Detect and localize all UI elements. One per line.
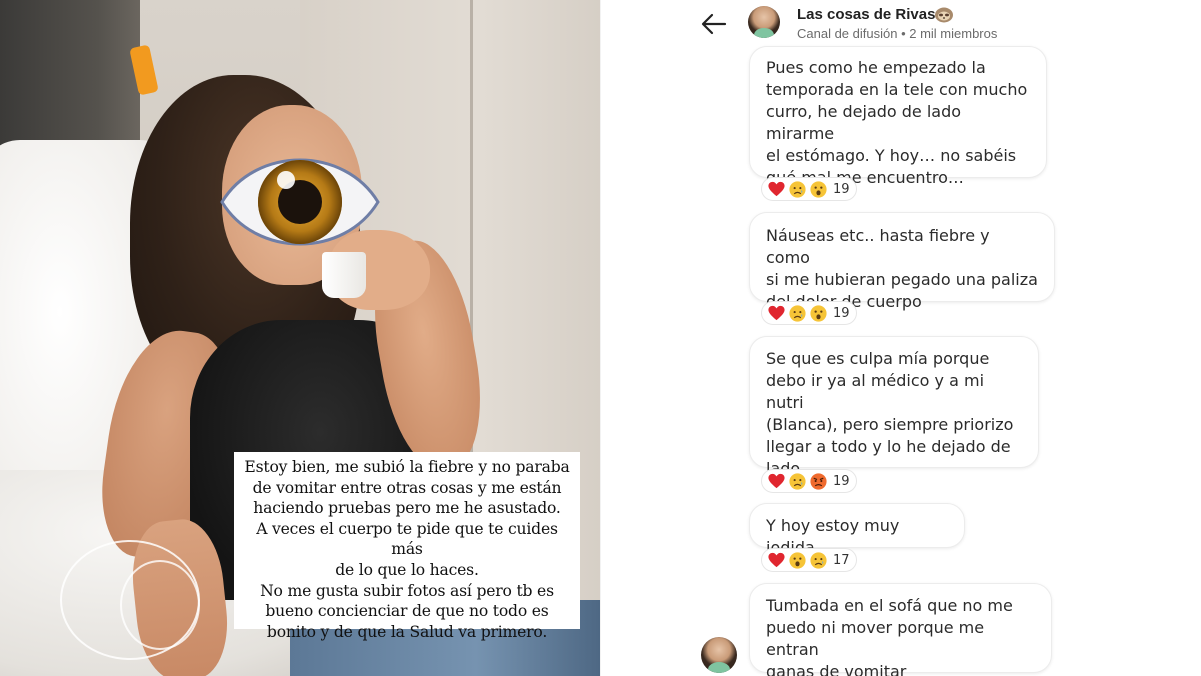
eye-emoji-icon (220, 158, 380, 246)
red-heart-icon (768, 305, 785, 320)
channel-name[interactable]: Las cosas de Rivas (797, 6, 935, 23)
message-line: (Blanca), pero siempre priorizo (766, 415, 1014, 434)
reaction-bar[interactable]: 17 (761, 548, 857, 572)
message-line: Pues como he empezado la (766, 58, 986, 77)
caption-line: bueno concienciar de que no todo es (265, 602, 549, 621)
red-heart-icon (768, 473, 785, 488)
reaction-bar[interactable]: 19 (761, 301, 857, 325)
message-line: Náuseas etc.. hasta fiebre y como (766, 226, 990, 267)
channel-avatar[interactable] (748, 6, 780, 38)
reaction-bar[interactable]: 19 (761, 469, 857, 493)
angry-face-icon (810, 472, 827, 490)
reaction-count: 19 (833, 473, 850, 489)
caption-line: de lo que lo haces. (335, 560, 479, 579)
message-bubble[interactable]: Se que es culpa mía porque debo ir ya al… (749, 336, 1039, 478)
caption-line: A veces el cuerpo te pide que te cuides … (256, 519, 558, 559)
sad-tear-face-icon (789, 304, 806, 322)
message-bubble[interactable]: Náuseas etc.. hasta fiebre y como si me … (749, 212, 1055, 311)
caption-line: bonito y de que la Salud va primero. (266, 622, 548, 641)
astonished-face-icon (810, 180, 827, 198)
sad-tear-face-icon (810, 551, 827, 569)
channel-chat: Las cosas de Rivas Canal de difusión • 2… (601, 0, 1201, 676)
astonished-face-icon (810, 304, 827, 322)
caption-line: No me gusta subir fotos así pero tb es (260, 581, 554, 600)
message-line: puedo ni mover porque me entran (766, 618, 985, 659)
message-bubble[interactable]: Tumbada en el sofá que no me puedo ni mo… (749, 583, 1052, 676)
message-line: ganas de vomitar (766, 662, 907, 676)
red-heart-icon (768, 181, 785, 196)
message-line: Se que es culpa mía porque (766, 349, 990, 368)
channel-subtitle: Canal de difusión • 2 mil miembros (797, 26, 998, 41)
reaction-bar[interactable]: 19 (761, 177, 857, 201)
sad-tear-face-icon (789, 180, 806, 198)
message-line: si me hubieran pegado una paliza (766, 270, 1038, 289)
sender-avatar[interactable] (701, 637, 737, 673)
message-bubble[interactable]: Y hoy estoy muy jodida (749, 503, 965, 557)
story-caption: Estoy bien, me subió la fiebre y no para… (234, 452, 580, 641)
reaction-count: 17 (833, 552, 850, 568)
caption-line: de vomitar entre otras cosas y me están (252, 478, 562, 497)
reaction-count: 19 (833, 181, 850, 197)
caption-line: haciendo pruebas pero me he asustado. (253, 499, 561, 518)
sloth-emoji-icon (935, 7, 953, 23)
message-line: curro, he dejado de lado mirarme (766, 102, 962, 143)
caption-line: Estoy bien, me subió la fiebre y no para… (244, 458, 570, 476)
story-photo: Estoy bien, me subió la fiebre y no para… (0, 0, 600, 676)
message-line: Tumbada en el sofá que no me (766, 596, 1013, 615)
message-bubble[interactable]: Pues como he empezado la temporada en la… (749, 46, 1047, 187)
message-line: temporada en la tele con mucho (766, 80, 1028, 99)
iv-tube (120, 560, 200, 650)
message-line: debo ir ya al médico y a mi nutri (766, 371, 985, 412)
message-line: el estómago. Y hoy… no sabéis (766, 146, 1017, 165)
message-line: llegar a todo y lo he dejado de (766, 437, 1011, 456)
sad-tear-face-icon (789, 472, 806, 490)
back-arrow-icon[interactable] (699, 10, 729, 38)
reaction-count: 19 (833, 305, 850, 321)
astonished-face-icon (789, 551, 806, 569)
red-heart-icon (768, 552, 785, 567)
